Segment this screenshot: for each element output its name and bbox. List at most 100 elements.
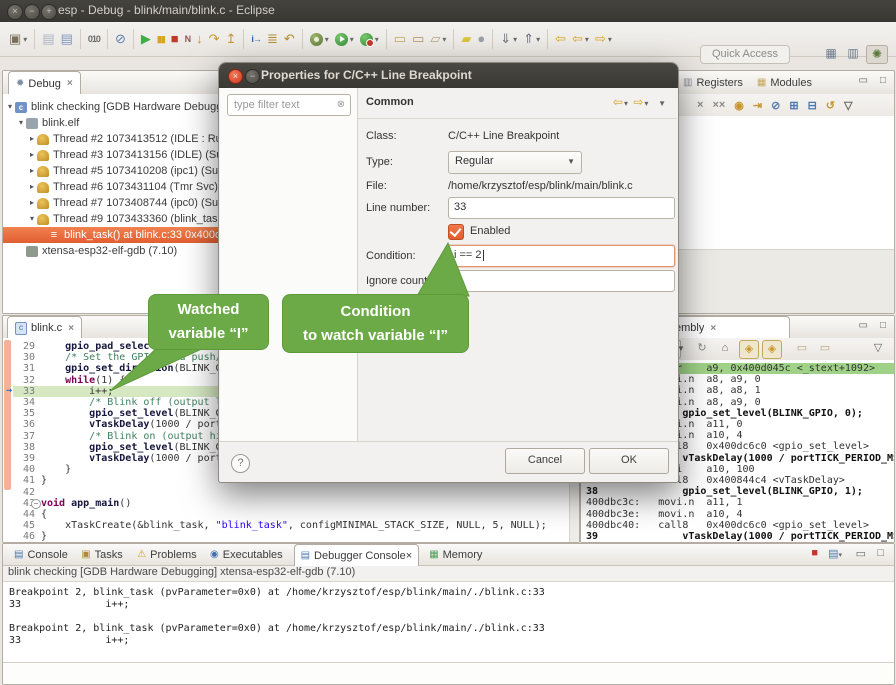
- debug-icon[interactable]: ▾: [307, 27, 332, 51]
- line-number-input[interactable]: 33: [448, 197, 675, 219]
- highlighter-icon[interactable]: ▰: [458, 27, 474, 51]
- collapse-all-icon[interactable]: ⊟: [808, 99, 817, 112]
- minimize-icon[interactable]: ▭: [859, 320, 868, 331]
- debug-tree-item[interactable]: blink_task() at blink.c:33 0x400dbc2a: [3, 227, 229, 243]
- tab-problems[interactable]: ⚠Problems: [131, 544, 202, 565]
- chevron-down-icon[interactable]: ▾: [608, 35, 612, 44]
- drop-to-frame-icon[interactable]: ↶: [281, 27, 298, 51]
- track-expression-icon[interactable]: ◈: [762, 340, 782, 359]
- console-output[interactable]: Breakpoint 2, blink_task (pvParameter=0x…: [3, 581, 894, 663]
- debug-tree-item[interactable]: ▸Thread #7 1073408744 (ipc0) (Suspended): [3, 195, 229, 211]
- step-return-icon[interactable]: ↥: [223, 27, 240, 51]
- prev-annotation-icon[interactable]: ⇑▾: [520, 27, 543, 51]
- minimize-icon[interactable]: ▭: [856, 547, 866, 560]
- terminate-console-icon[interactable]: ■: [811, 547, 818, 559]
- show-source-icon[interactable]: ◈: [739, 340, 759, 359]
- tab-registers[interactable]: ▥Registers: [683, 77, 743, 89]
- next-annotation-icon[interactable]: ⇓▾: [497, 27, 520, 51]
- open-perspective-icon[interactable]: ▦: [822, 45, 840, 62]
- debug-tree-item[interactable]: ▸Thread #3 1073413156 (IDLE) (Suspended): [3, 147, 229, 163]
- instruction-stepping-icon[interactable]: i→: [248, 27, 264, 51]
- show-execution-icon[interactable]: ≣: [264, 27, 281, 51]
- profile-icon[interactable]: ▾: [357, 27, 382, 51]
- maximize-icon[interactable]: □: [877, 547, 884, 559]
- debug-tree-item[interactable]: ▾Thread #9 1073433360 (blink_task : Susp…: [3, 211, 229, 227]
- dialog-close-button[interactable]: ×: [228, 69, 243, 84]
- cpp-perspective-icon[interactable]: ▥: [844, 45, 862, 62]
- forward-icon[interactable]: ⇨▾: [592, 27, 615, 51]
- debug-tree-item[interactable]: ▸Thread #6 1073431104 (Tmr Svc) (Suspend…: [3, 179, 229, 195]
- type-select[interactable]: Regular▼: [448, 151, 582, 174]
- debug-tree-item[interactable]: ▾blink.elf: [3, 115, 229, 131]
- window-close-button[interactable]: ×: [7, 4, 23, 20]
- enabled-checkbox[interactable]: [448, 224, 464, 240]
- expand-all-icon[interactable]: ⊞: [789, 99, 798, 112]
- tab-debug[interactable]: ✹ Debug ×: [8, 71, 81, 95]
- window-maximize-button[interactable]: +: [41, 4, 57, 20]
- pin-view-icon[interactable]: ▭: [816, 340, 834, 357]
- tab-tasks[interactable]: ▣Tasks: [75, 544, 129, 565]
- display-console-icon[interactable]: ▤▾: [828, 547, 842, 560]
- open-resource-icon[interactable]: ▭: [409, 27, 427, 51]
- maximize-icon[interactable]: □: [880, 75, 886, 86]
- step-over-icon[interactable]: ↷: [206, 27, 223, 51]
- view-menu-icon[interactable]: ▽: [869, 340, 887, 357]
- twisty-icon[interactable]: ▾: [27, 211, 37, 227]
- close-icon[interactable]: ×: [406, 550, 412, 562]
- skip-breakpoints-icon[interactable]: ⊘: [112, 27, 129, 51]
- view-menu-icon[interactable]: ▽: [844, 99, 852, 112]
- filter-input[interactable]: type filter text⊗: [227, 94, 351, 116]
- new-wizard-icon[interactable]: ▣▾: [6, 27, 30, 51]
- tab-console[interactable]: ▤Console: [8, 544, 74, 565]
- chevron-down-icon[interactable]: ▾: [325, 35, 329, 44]
- terminate-icon[interactable]: ■: [168, 27, 182, 51]
- mark-occurrences-icon[interactable]: ●: [474, 27, 488, 51]
- tab-memory[interactable]: ▦Memory: [423, 544, 488, 565]
- minimize-icon[interactable]: ▭: [859, 75, 868, 86]
- chevron-down-icon[interactable]: ▾: [375, 35, 379, 44]
- debug-tree-item[interactable]: ▸Thread #2 1073413512 (IDLE : Running): [3, 131, 229, 147]
- link-with-debug-icon[interactable]: ↺: [826, 99, 835, 112]
- suspend-icon[interactable]: ▮▮: [154, 27, 168, 51]
- close-icon[interactable]: ×: [68, 323, 74, 334]
- debug-tree-item[interactable]: ▸Thread #5 1073410208 (ipc1) (Suspended): [3, 163, 229, 179]
- ok-button[interactable]: OK: [589, 448, 669, 474]
- home-icon[interactable]: ⌂: [716, 340, 734, 357]
- history-nav-icons[interactable]: ⇦▾ ⇨▾ ▼: [613, 95, 667, 109]
- twisty-icon[interactable]: ▾: [5, 99, 15, 115]
- twisty-icon[interactable]: ▸: [27, 179, 37, 195]
- save-all-icon[interactable]: ▤: [58, 27, 76, 51]
- chevron-down-icon[interactable]: ▾: [442, 35, 446, 44]
- debug-tree-item[interactable]: ▾cblink checking [GDB Hardware Debugging…: [3, 99, 229, 115]
- refresh-icon[interactable]: ↻: [693, 340, 711, 357]
- tab-debugger-console[interactable]: ▤Debugger Console×: [294, 544, 420, 566]
- chevron-down-icon[interactable]: ▾: [585, 35, 589, 44]
- chevron-down-icon[interactable]: ▾: [513, 35, 517, 44]
- back-icon[interactable]: ⇦▾: [569, 27, 592, 51]
- last-edit-location-icon[interactable]: ⇦: [552, 27, 569, 51]
- twisty-icon[interactable]: ▾: [16, 115, 26, 131]
- cancel-button[interactable]: Cancel: [505, 448, 585, 474]
- go-to-file-icon[interactable]: ⇥: [753, 99, 762, 112]
- console-scroll-strip[interactable]: [3, 662, 894, 684]
- twisty-icon[interactable]: ▸: [27, 163, 37, 179]
- quick-access-button[interactable]: Quick Access: [700, 45, 790, 64]
- close-icon[interactable]: ×: [710, 323, 716, 334]
- tab-blink-c[interactable]: c blink.c ×: [7, 316, 82, 339]
- skip-all-breakpoints-icon[interactable]: ⊘: [771, 99, 780, 112]
- resume-icon[interactable]: ▶: [138, 27, 154, 51]
- close-icon[interactable]: ×: [67, 78, 73, 89]
- twisty-icon[interactable]: ▸: [27, 195, 37, 211]
- chevron-down-icon[interactable]: ▾: [23, 35, 27, 44]
- clear-filter-icon[interactable]: ⊗: [337, 95, 345, 115]
- twisty-icon[interactable]: ▸: [27, 131, 37, 147]
- step-into-icon[interactable]: ↓: [193, 27, 206, 51]
- open-new-view-icon[interactable]: ▭: [793, 340, 811, 357]
- debug-perspective-icon[interactable]: ✺: [866, 45, 888, 64]
- twisty-icon[interactable]: ▸: [27, 147, 37, 163]
- help-button[interactable]: ?: [231, 454, 250, 473]
- run-icon[interactable]: ▾: [332, 27, 357, 51]
- chevron-down-icon[interactable]: ▾: [350, 35, 354, 44]
- window-minimize-button[interactable]: −: [24, 4, 40, 20]
- disconnect-icon[interactable]: N: [182, 27, 194, 51]
